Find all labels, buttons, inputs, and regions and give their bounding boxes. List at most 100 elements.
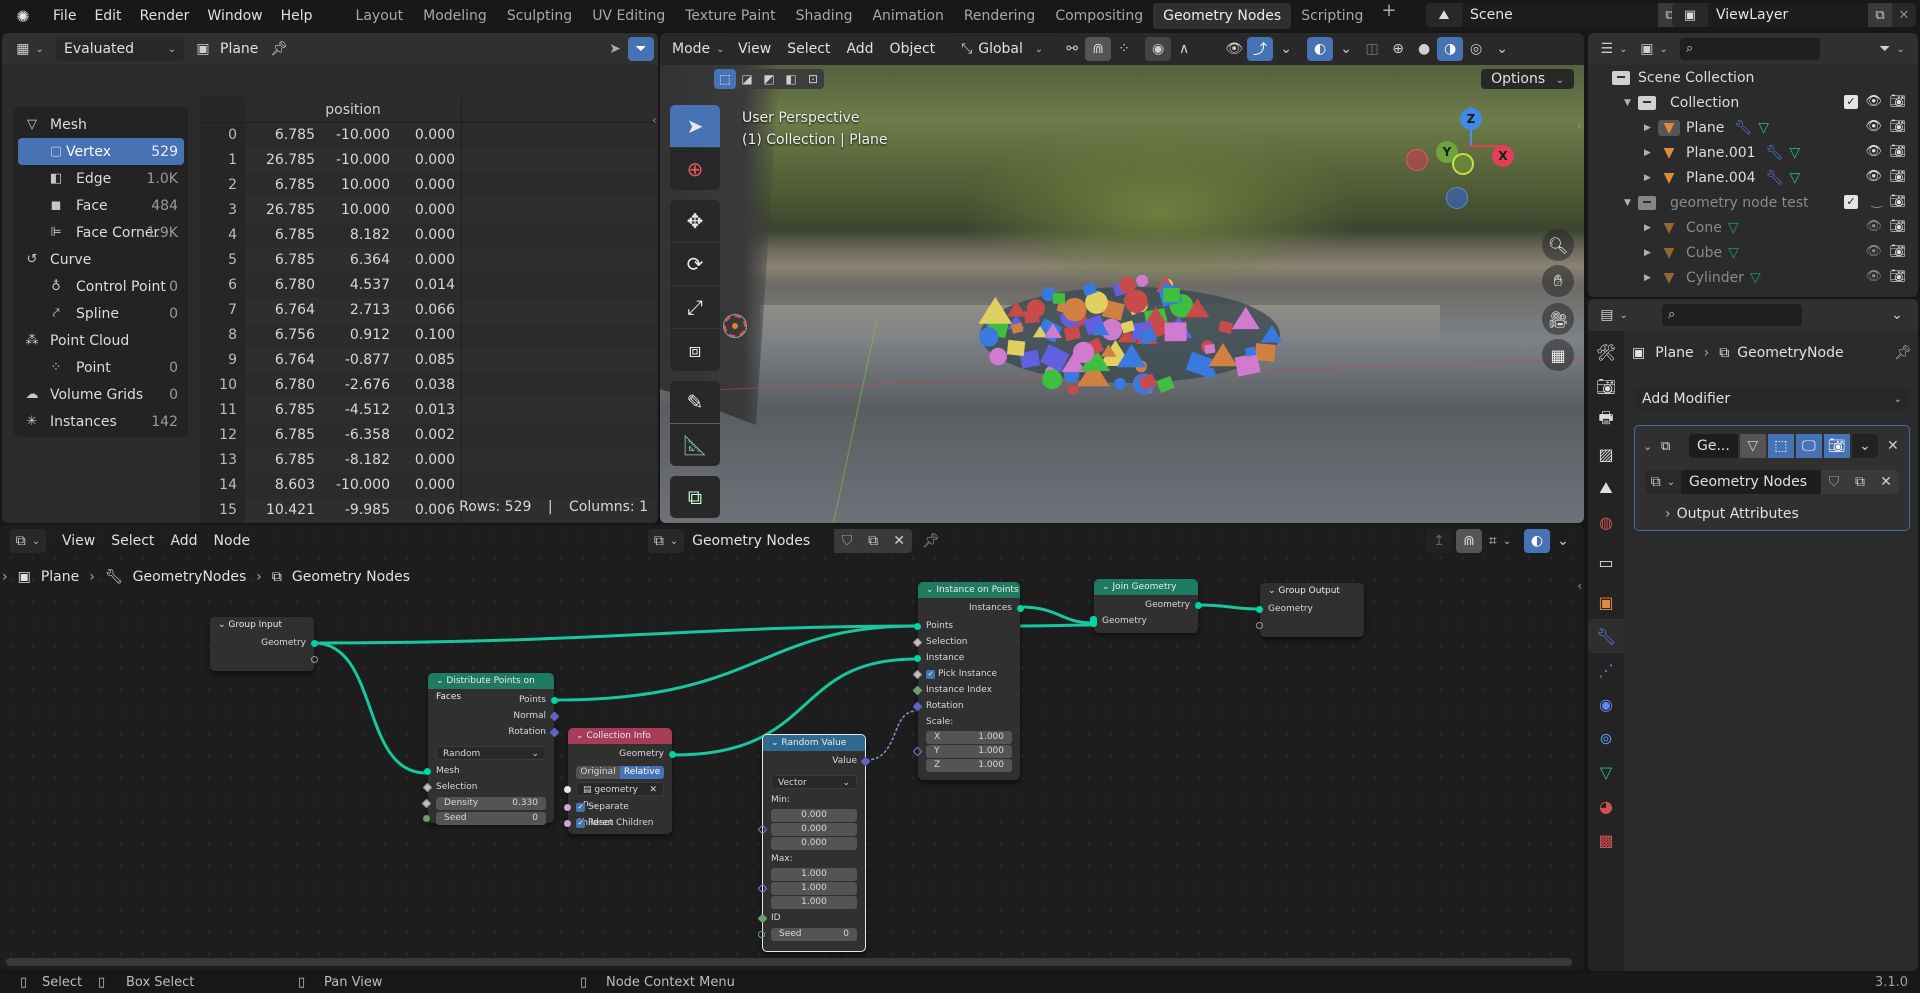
render-camera-icon[interactable]: 📷︎ bbox=[1889, 194, 1906, 209]
eye-icon[interactable]: 👁︎ bbox=[1865, 269, 1882, 284]
domain-item-point[interactable]: ⁘ Point 0 bbox=[14, 354, 188, 381]
editor-type-outliner-icon[interactable]: ☰ ⌄ bbox=[1596, 37, 1632, 61]
add-modifier-dropdown[interactable]: Add Modifier ⌄ bbox=[1634, 387, 1910, 411]
input-socket-collection[interactable] bbox=[564, 786, 571, 793]
domain-item-curve[interactable]: ↺ Curve bbox=[14, 246, 188, 273]
expand-arrow-icon[interactable]: ▶ bbox=[1644, 173, 1658, 183]
input-socket-mesh[interactable] bbox=[424, 767, 431, 775]
pan-view-icon[interactable]: ✋︎ bbox=[1542, 265, 1574, 297]
max-x-field[interactable]: 1.000 bbox=[771, 868, 857, 881]
clear-collection-icon[interactable]: ✕ bbox=[649, 783, 657, 795]
node-header[interactable]: ⌄ Instance on Points bbox=[918, 582, 1020, 598]
tab-texture-icon[interactable]: ▩ bbox=[1588, 823, 1624, 857]
tab-tool-icon[interactable]: 🛠︎ bbox=[1588, 335, 1624, 369]
domain-item-face[interactable]: ◼ Face 484 bbox=[14, 192, 188, 219]
properties-search-input[interactable]: ⌕ bbox=[1662, 304, 1802, 326]
pivot-point-icon[interactable]: ⚯ bbox=[1059, 37, 1085, 61]
tab-uv-editing[interactable]: UV Editing bbox=[582, 3, 675, 29]
shading-wireframe-icon[interactable]: ⊕ bbox=[1385, 37, 1411, 61]
seed-field[interactable]: Seed 0 bbox=[758, 928, 857, 941]
domain-item-spline[interactable]: ⤤ Spline 0 bbox=[14, 300, 188, 327]
expand-arrow-icon[interactable]: ▶ bbox=[1644, 223, 1658, 233]
menu-object[interactable]: Object bbox=[882, 37, 944, 61]
collapse-n-panel-icon[interactable]: ‹ bbox=[1577, 119, 1582, 133]
modifier-menu-icon[interactable]: ⌄ bbox=[1851, 434, 1878, 458]
option-original[interactable]: Original bbox=[576, 766, 620, 779]
tab-shading[interactable]: Shading bbox=[786, 3, 863, 29]
input-socket-empty[interactable] bbox=[1256, 621, 1263, 629]
unlink-node-group-icon[interactable]: ✕ bbox=[1873, 470, 1899, 494]
tool-cursor-icon[interactable]: ⊕ bbox=[670, 148, 720, 190]
render-camera-icon[interactable]: 📷︎ bbox=[1889, 269, 1906, 284]
input-socket-reset-children[interactable] bbox=[564, 819, 571, 827]
scene-name[interactable]: Scene bbox=[1462, 3, 1658, 27]
node-collection-info[interactable]: ⌄ Collection Info Geometry Original Rela… bbox=[564, 728, 676, 834]
seed-field[interactable]: Seed 0 bbox=[423, 812, 546, 825]
modifier-name-field[interactable]: Ge... bbox=[1689, 434, 1738, 458]
column-header-position[interactable]: position bbox=[245, 97, 462, 122]
tool-annotate-icon[interactable]: ✎ bbox=[670, 381, 720, 423]
scene-icon[interactable]: ⛰︎ bbox=[1426, 3, 1462, 27]
select-new-icon[interactable]: ⬚ bbox=[714, 69, 736, 89]
tool-move-icon[interactable]: ✥ bbox=[670, 200, 720, 242]
menu-window[interactable]: Window bbox=[198, 0, 271, 32]
display-mode-dropdown[interactable]: Evaluated ⌄ bbox=[56, 37, 184, 61]
render-camera-icon[interactable]: 📷︎ bbox=[1889, 219, 1906, 234]
expand-arrow-icon[interactable]: ▶ bbox=[1644, 148, 1658, 158]
tab-compositing[interactable]: Compositing bbox=[1045, 3, 1153, 29]
node-group-output[interactable]: ⌄ Group Output Geometry bbox=[1256, 583, 1364, 637]
render-camera-icon[interactable]: 📷︎ bbox=[1889, 169, 1906, 184]
input-socket-separate-children[interactable] bbox=[564, 803, 571, 811]
snap-toggle-icon[interactable]: ⋒ bbox=[1085, 37, 1112, 61]
falloff-icon[interactable]: ∧ bbox=[1171, 37, 1197, 61]
menu-render[interactable]: Render bbox=[131, 0, 199, 32]
outliner-filter-icon[interactable]: ⏷ ⌄ bbox=[1874, 37, 1910, 61]
mesh-data-icon[interactable]: ▽ bbox=[1789, 145, 1800, 161]
node-group-name[interactable]: Geometry Nodes bbox=[1681, 470, 1821, 494]
eye-icon[interactable]: 👁︎ bbox=[1865, 94, 1882, 109]
view-layer-selector[interactable]: ▣ ViewLayer ⧉ ✕ bbox=[1672, 3, 1916, 27]
select-invert-icon[interactable]: ◧ bbox=[780, 69, 802, 89]
eye-icon[interactable]: 👁︎ bbox=[1865, 244, 1882, 259]
min-x-field[interactable]: 0.000 bbox=[771, 809, 857, 822]
mesh-data-icon[interactable]: ▽ bbox=[1728, 245, 1739, 261]
output-socket-instances[interactable] bbox=[1017, 604, 1024, 612]
node-editor[interactable]: ⧉ ⌄ View Select Add Node ⧉ ⌄ Geometry Node… bbox=[0, 525, 1584, 970]
min-z-field[interactable]: 0.000 bbox=[771, 837, 857, 850]
input-socket-geometry-multi[interactable] bbox=[1090, 616, 1097, 627]
visibility-icon[interactable]: 👁︎ bbox=[1221, 37, 1247, 61]
tab-texture-paint[interactable]: Texture Paint bbox=[675, 3, 785, 29]
tab-scene-icon[interactable]: ⛰︎ bbox=[1588, 471, 1624, 505]
domain-item-face-corner[interactable]: ⊫ Face Corner 1.9K bbox=[14, 219, 188, 246]
hidden-eye-icon[interactable]: ‿ bbox=[1872, 194, 1882, 209]
gizmo-neg-z[interactable] bbox=[1446, 187, 1468, 209]
blender-logo-icon[interactable]: ✺ bbox=[12, 5, 34, 27]
output-socket-geometry[interactable] bbox=[669, 750, 676, 758]
render-camera-icon[interactable]: 📷︎ bbox=[1889, 119, 1906, 134]
max-y-field[interactable]: 1.000 bbox=[771, 882, 857, 895]
domain-item-mesh[interactable]: ▽ Mesh bbox=[14, 111, 188, 138]
render-camera-icon[interactable]: 📷︎ bbox=[1889, 144, 1906, 159]
output-socket-geometry[interactable] bbox=[311, 639, 318, 647]
tab-rendering[interactable]: Rendering bbox=[954, 3, 1046, 29]
menu-view[interactable]: View bbox=[730, 37, 779, 61]
tab-physics-icon[interactable]: ◉ bbox=[1588, 687, 1624, 721]
tab-animation[interactable]: Animation bbox=[862, 3, 953, 29]
render-camera-icon[interactable]: 📷︎ bbox=[1889, 94, 1906, 109]
node-header[interactable]: ⌄ Random Value bbox=[763, 735, 865, 751]
properties-options-icon[interactable]: ⌄ bbox=[1884, 303, 1910, 327]
select-intersect-icon[interactable]: ⊡ bbox=[802, 69, 824, 89]
tab-constraints-icon[interactable]: ⊚ bbox=[1588, 721, 1624, 755]
shading-rendered-icon[interactable]: ◎ bbox=[1463, 37, 1489, 61]
tab-world-icon[interactable]: ◍ bbox=[1588, 505, 1624, 539]
tab-collection-icon[interactable]: ▭ bbox=[1588, 545, 1624, 579]
gizmo-menu-icon[interactable]: ⌄ bbox=[1273, 37, 1299, 61]
filter-icon[interactable]: ⏷ bbox=[628, 37, 654, 61]
snap-target-icon[interactable]: ⁘ bbox=[1111, 37, 1137, 61]
menu-help[interactable]: Help bbox=[272, 0, 322, 32]
reset-children-checkbox[interactable]: ✓ bbox=[576, 819, 585, 828]
tab-material-icon[interactable]: ◕ bbox=[1588, 789, 1624, 823]
outliner-item-plane-004[interactable]: ▶ ▼ Plane.004 🔧︎ ▽ 👁︎ 📷︎ bbox=[1588, 165, 1918, 190]
ortho-toggle-icon[interactable]: ▦ bbox=[1542, 339, 1574, 371]
tab-render-icon[interactable]: 📷︎ bbox=[1588, 369, 1624, 403]
